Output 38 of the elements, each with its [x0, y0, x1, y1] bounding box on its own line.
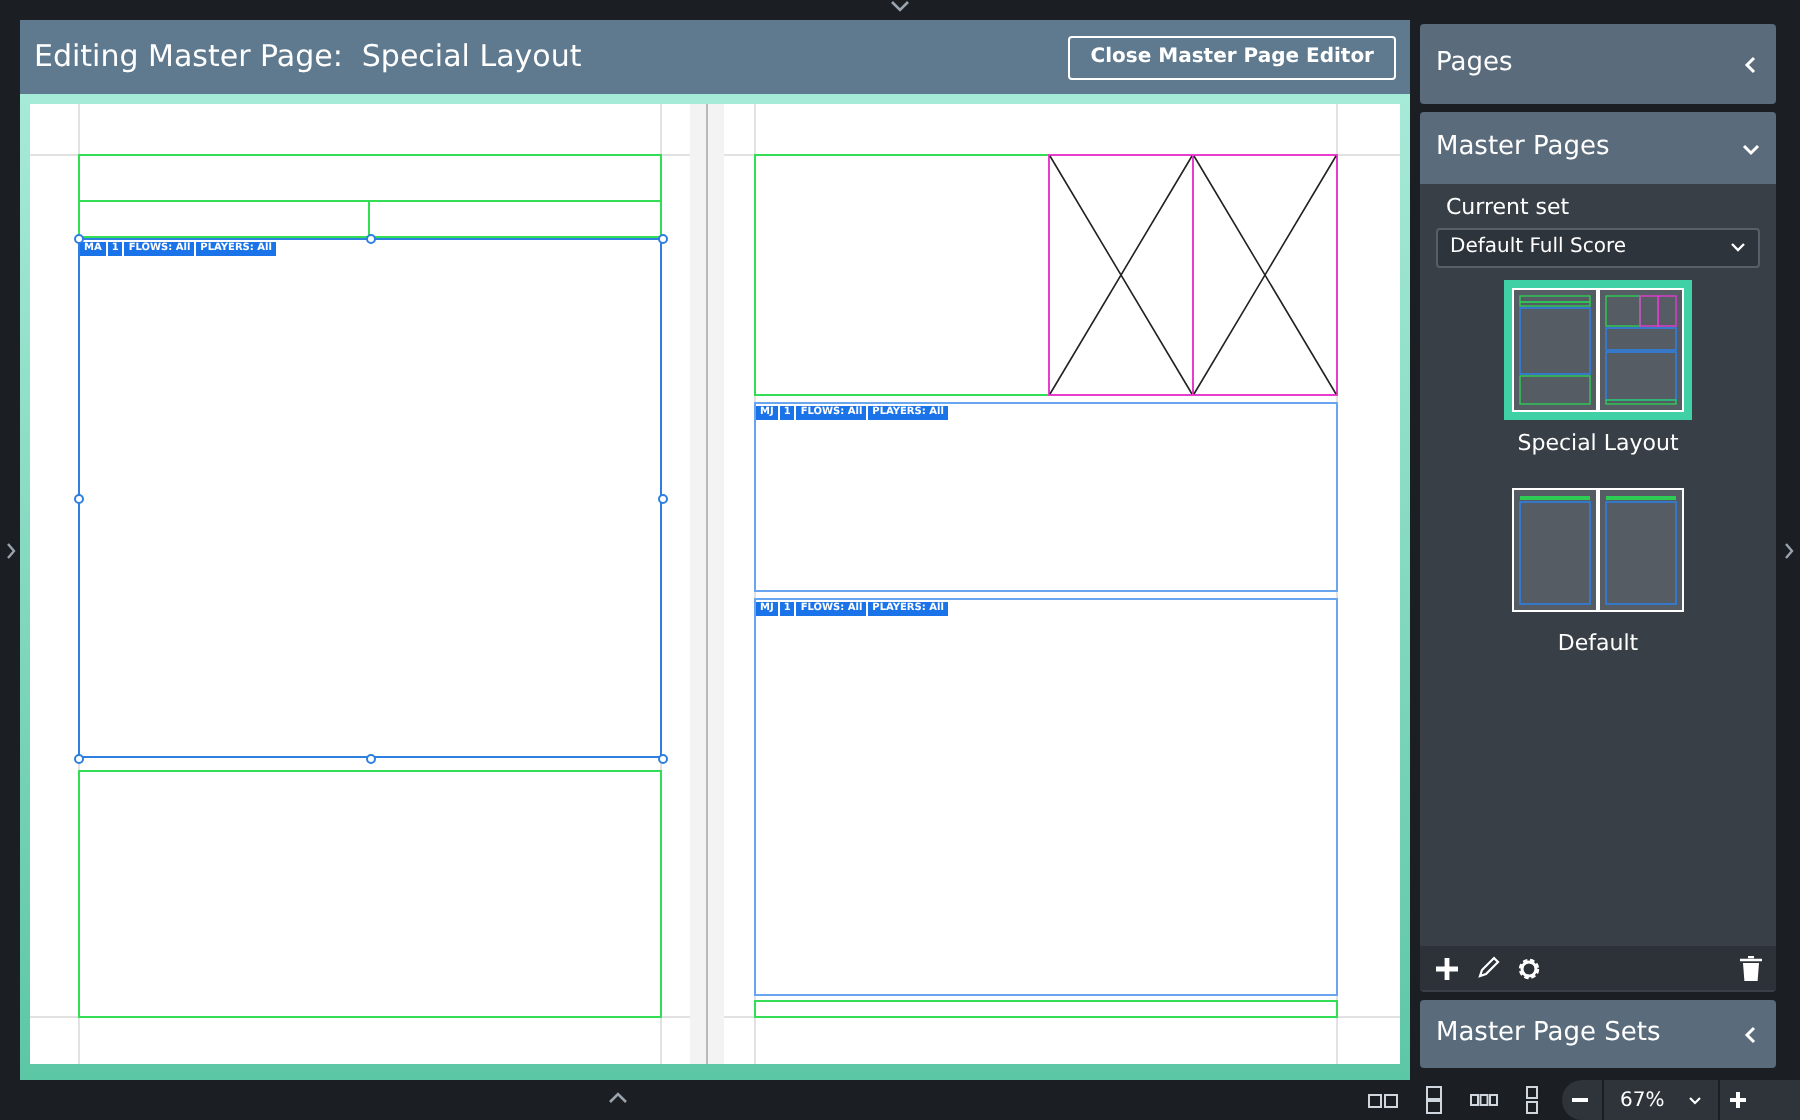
- resize-handle[interactable]: [73, 753, 83, 763]
- editor-title: Editing Master Page: Special Layout: [34, 36, 582, 79]
- resize-handle[interactable]: [365, 753, 375, 763]
- delete-icon[interactable]: [1740, 955, 1762, 981]
- zoom-dropdown[interactable]: 67%: [1602, 1080, 1721, 1120]
- grid-view-icon[interactable]: [1426, 1086, 1442, 1114]
- vertical-view-icon[interactable]: [1526, 1086, 1538, 1114]
- chevron-down-icon[interactable]: [890, 0, 910, 12]
- settings-icon[interactable]: [1516, 955, 1542, 981]
- chevron-down-icon: [1688, 1095, 1703, 1105]
- spread-view-icon[interactable]: [1368, 1093, 1398, 1107]
- master-page-name: Special Layout: [1517, 427, 1679, 459]
- chevron-left-icon: [1742, 55, 1760, 73]
- resize-handle[interactable]: [365, 233, 375, 243]
- close-editor-button[interactable]: Close Master Page Editor: [1068, 35, 1396, 79]
- graphic-frame[interactable]: [1048, 154, 1194, 396]
- panel-header[interactable]: Pages: [1420, 24, 1776, 104]
- pencil-icon[interactable]: [1476, 956, 1500, 980]
- current-set-dropdown[interactable]: Default Full Score: [1436, 227, 1760, 267]
- resize-handle[interactable]: [657, 753, 667, 763]
- graphic-frame[interactable]: [1192, 154, 1338, 396]
- panel-header[interactable]: Master Page Sets: [1420, 1000, 1776, 1068]
- chevron-up-icon[interactable]: [608, 1092, 628, 1104]
- chevron-right-icon[interactable]: [5, 541, 15, 559]
- chevron-right-icon[interactable]: [1783, 541, 1793, 559]
- zoom-in-icon[interactable]: [1728, 1090, 1749, 1110]
- resize-handle[interactable]: [73, 493, 83, 503]
- chevron-down-icon: [1742, 139, 1760, 157]
- chevron-down-icon: [1730, 242, 1746, 252]
- current-set-label: Current set: [1444, 192, 1572, 224]
- resize-handle[interactable]: [657, 493, 667, 503]
- chevron-left-icon: [1742, 1025, 1760, 1043]
- master-page-name: Default: [1557, 628, 1639, 660]
- panel-header[interactable]: Master Pages: [1420, 112, 1776, 184]
- resize-handle[interactable]: [73, 233, 83, 243]
- horizontal-view-icon[interactable]: [1470, 1094, 1498, 1106]
- add-icon[interactable]: [1434, 955, 1460, 981]
- resize-handle[interactable]: [657, 233, 667, 243]
